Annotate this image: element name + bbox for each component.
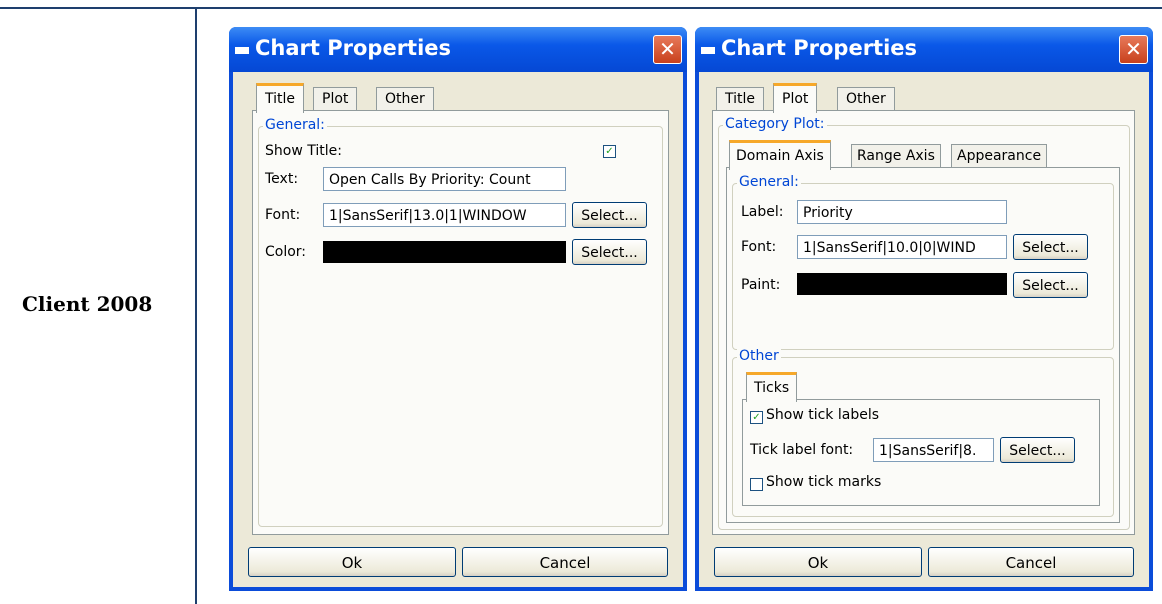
tab-range-axis[interactable]: Range Axis: [851, 144, 941, 168]
chart-properties-dialog-plot-tab: Chart Properties ✕ Title Plot Other Cate…: [695, 27, 1153, 591]
cancel-button[interactable]: Cancel: [928, 547, 1134, 577]
show-title-checkbox[interactable]: ✓: [603, 145, 616, 158]
show-tick-labels-label: Show tick labels: [766, 407, 880, 423]
show-tick-marks-checkbox[interactable]: [750, 478, 763, 491]
tab-other[interactable]: Other: [376, 87, 434, 111]
title-bar[interactable]: Chart Properties ✕: [695, 27, 1153, 72]
close-button[interactable]: ✕: [653, 35, 682, 64]
window-menu-icon[interactable]: [235, 47, 249, 54]
top-rule: [0, 7, 1162, 9]
close-button[interactable]: ✕: [1119, 35, 1148, 64]
tab-domain-axis[interactable]: Domain Axis: [729, 140, 831, 170]
tab-title[interactable]: Title: [256, 83, 305, 113]
axis-label-field[interactable]: Priority: [797, 200, 1007, 224]
tab-plot[interactable]: Plot: [773, 83, 818, 113]
axis-font-field[interactable]: 1|SansSerif|10.0|0|WIND: [797, 235, 1007, 259]
color-label: Color:: [265, 244, 307, 260]
show-tick-marks-label: Show tick marks: [766, 474, 882, 490]
title-tab-panel: General: Show Title: ✓ Text: Open Calls …: [252, 110, 669, 535]
window-menu-icon[interactable]: [701, 47, 715, 54]
ticks-panel: ✓ Show tick labels Tick label font: 1|Sa…: [742, 399, 1100, 506]
show-title-label: Show Title:: [265, 143, 342, 159]
axis-font-select-button[interactable]: Select...: [1013, 234, 1088, 260]
other-legend: Other: [737, 348, 781, 364]
dialog-client-area: Title Plot Other General: Show Title: ✓ …: [233, 72, 683, 587]
axis-label-label: Label:: [741, 204, 784, 220]
category-plot-legend: Category Plot:: [723, 116, 827, 132]
axis-font-label: Font:: [741, 239, 777, 255]
text-label: Text:: [265, 171, 299, 187]
paint-label: Paint:: [741, 277, 781, 293]
window-title: Chart Properties: [721, 36, 918, 60]
chart-properties-dialog-title-tab: Chart Properties ✕ Title Plot Other Gene…: [229, 27, 687, 591]
ok-button[interactable]: Ok: [248, 547, 456, 577]
window-title: Chart Properties: [255, 36, 452, 60]
row-label: Client 2008: [22, 292, 153, 316]
title-bar[interactable]: Chart Properties ✕: [229, 27, 687, 72]
tab-ticks[interactable]: Ticks: [746, 372, 798, 402]
general-legend: General:: [263, 117, 327, 133]
ok-button[interactable]: Ok: [714, 547, 922, 577]
paint-color-swatch[interactable]: [797, 273, 1007, 295]
show-tick-labels-checkbox[interactable]: ✓: [750, 411, 763, 424]
dialog-client-area: Title Plot Other Category Plot: Domain A…: [699, 72, 1149, 587]
tab-plot[interactable]: Plot: [313, 87, 358, 111]
cancel-button[interactable]: Cancel: [462, 547, 668, 577]
tab-other[interactable]: Other: [837, 87, 895, 111]
font-label: Font:: [265, 207, 301, 223]
tick-font-field[interactable]: 1|SansSerif|8.: [873, 438, 994, 462]
tab-appearance[interactable]: Appearance: [951, 144, 1048, 168]
title-color-swatch[interactable]: [323, 241, 566, 263]
plot-tab-panel: Category Plot: Domain Axis Range Axis Ap…: [712, 110, 1135, 535]
font-select-button[interactable]: Select...: [572, 202, 647, 228]
axis-general-legend: General:: [737, 174, 801, 190]
tick-font-select-button[interactable]: Select...: [1000, 437, 1075, 463]
domain-axis-panel: General: Label: Priority Font: 1|SansSer…: [726, 167, 1120, 523]
title-text-field[interactable]: Open Calls By Priority: Count: [323, 167, 566, 191]
color-select-button[interactable]: Select...: [572, 239, 647, 265]
title-font-field[interactable]: 1|SansSerif|13.0|1|WINDOW: [323, 203, 566, 227]
tick-font-label: Tick label font:: [750, 442, 854, 458]
column-divider: [195, 9, 197, 604]
paint-select-button[interactable]: Select...: [1013, 272, 1088, 298]
tab-title[interactable]: Title: [716, 87, 765, 111]
